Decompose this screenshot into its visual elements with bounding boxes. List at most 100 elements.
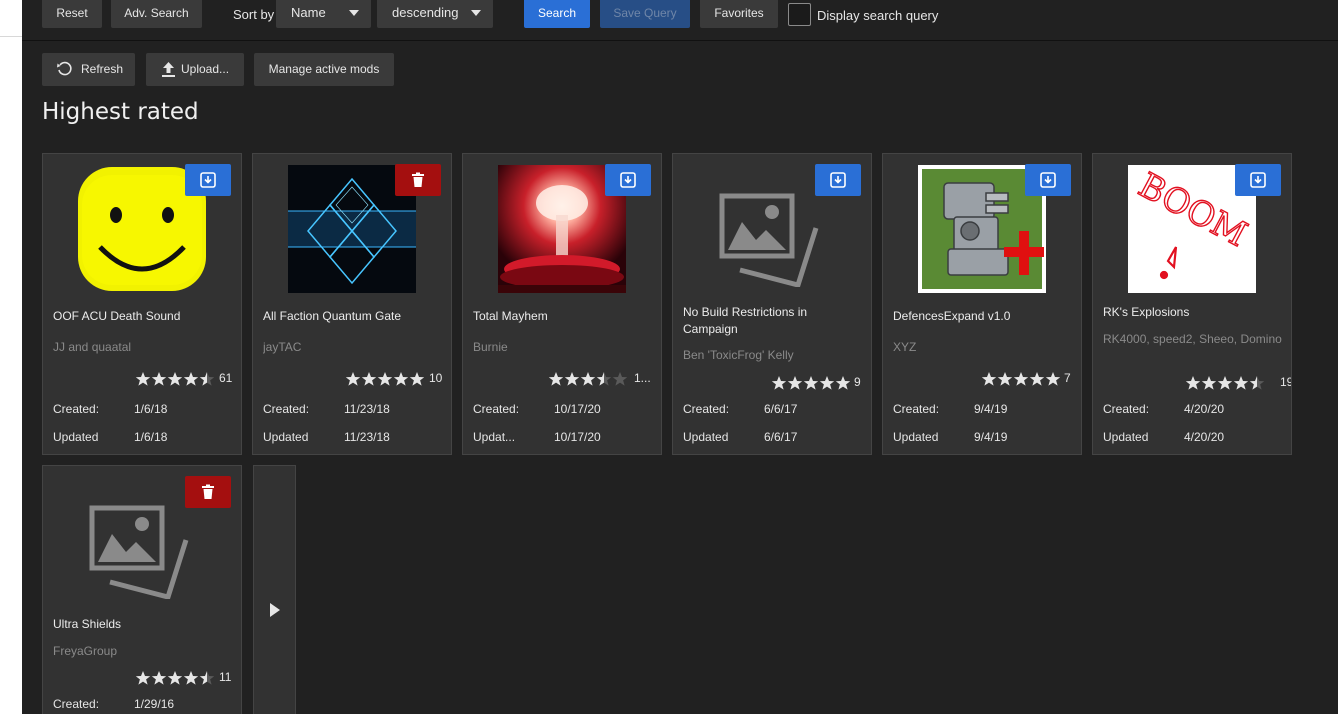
mod-author: XYZ: [893, 340, 917, 354]
rating-count: 1...: [634, 371, 651, 385]
image-placeholder-icon: [89, 505, 189, 599]
download-button[interactable]: [185, 164, 231, 196]
created-date: 1/6/18: [134, 402, 168, 416]
mod-card[interactable]: OOF ACU Death Sound JJ and quaatal 61 Creat…: [42, 153, 242, 455]
rating-stars: [981, 371, 1061, 387]
mod-card[interactable]: Total Mayhem Burnie 1... Created: 10/17/20 Up…: [462, 153, 662, 455]
download-button[interactable]: [605, 164, 651, 196]
desktop-edge: [0, 0, 22, 714]
display-query-label: Display search query: [817, 8, 939, 23]
chevron-down-icon: [471, 10, 481, 16]
upload-icon: [162, 62, 175, 77]
rating-count: 19: [1280, 375, 1291, 389]
mod-title: RK's Explosions: [1103, 305, 1190, 319]
download-button[interactable]: [815, 164, 861, 196]
updated-date: 6/6/17: [764, 430, 798, 444]
rating-count: 9: [854, 375, 861, 389]
save-query-button[interactable]: Save Query: [600, 0, 690, 28]
sort-by-label: Sort by: [233, 7, 275, 22]
mod-author: Ben 'ToxicFrog' Kelly: [683, 348, 794, 362]
created-label: Created:: [683, 402, 730, 416]
upload-button[interactable]: Upload...: [146, 53, 244, 86]
updated-date: 10/17/20: [554, 430, 601, 444]
mod-card[interactable]: All Faction Quantum Gate jayTAC 10 Created:…: [252, 153, 452, 455]
mod-author: JJ and quaatal: [53, 340, 132, 354]
rating-count: 7: [1064, 371, 1071, 385]
rating-count: 61: [219, 371, 233, 385]
download-icon: [200, 172, 216, 188]
chevron-down-icon: [349, 10, 359, 16]
trash-icon: [202, 484, 214, 499]
updated-label: Updated: [893, 430, 939, 444]
created-label: Created:: [53, 697, 100, 711]
rating-stars: [771, 375, 851, 391]
refresh-label: Refresh: [81, 62, 124, 76]
mod-vault-window: Reset Adv. Search Sort by Name descendin…: [22, 0, 1338, 714]
refresh-button[interactable]: Refresh: [42, 53, 135, 86]
mod-author: Burnie: [473, 340, 508, 354]
mod-title: DefencesExpand v1.0: [893, 309, 1011, 323]
download-icon: [1250, 172, 1266, 188]
download-button[interactable]: [1235, 164, 1281, 196]
mod-card[interactable]: DefencesExpand v1.0 XYZ 7 Created: 9/4/19 Upd…: [882, 153, 1082, 455]
manage-active-mods-label: Manage active mods: [268, 62, 380, 76]
next-page-button[interactable]: [253, 465, 296, 714]
mod-title: No Build Restrictions in Campaign: [683, 305, 808, 336]
rating-stars: [1185, 375, 1265, 391]
mod-card[interactable]: Ultra Shields FreyaGroup 11 Created: 1/29/16…: [42, 465, 242, 714]
delete-button[interactable]: [395, 164, 441, 196]
created-date: 6/6/17: [764, 402, 798, 416]
mod-author: RK4000, speed2, Sheeo, Domino: [1103, 332, 1282, 346]
mod-card[interactable]: BOOM RK's Explosions RK4000, speed2, Sheeo…: [1092, 153, 1292, 455]
updated-label: Updated: [1103, 430, 1149, 444]
manage-active-mods-button[interactable]: Manage active mods: [254, 53, 394, 86]
reset-button[interactable]: Reset: [42, 0, 102, 28]
updated-date: 4/20/20: [1184, 430, 1225, 444]
updated-label: Updat...: [473, 430, 516, 444]
rating-stars: [345, 371, 425, 387]
play-next-icon: [270, 603, 280, 617]
created-date: 10/17/20: [554, 402, 601, 416]
mod-title: Total Mayhem: [473, 309, 548, 323]
updated-label: Updated: [263, 430, 309, 444]
created-label: Created:: [53, 402, 100, 416]
created-label: Created:: [263, 402, 310, 416]
download-button[interactable]: [1025, 164, 1071, 196]
adv-search-button[interactable]: Adv. Search: [111, 0, 202, 28]
rating-stars: [135, 670, 215, 686]
search-button[interactable]: Search: [524, 0, 590, 28]
refresh-icon: [57, 61, 72, 76]
sort-order-value: descending: [392, 5, 459, 20]
created-label: Created:: [1103, 402, 1150, 416]
created-label: Created:: [893, 402, 940, 416]
rating-stars: [548, 371, 628, 387]
mod-title: Ultra Shields: [53, 617, 122, 631]
updated-date: 11/23/18: [344, 430, 390, 444]
favorites-button[interactable]: Favorites: [700, 0, 778, 28]
created-label: Created:: [473, 402, 520, 416]
created-date: 9/4/19: [974, 402, 1008, 416]
created-date: 4/20/20: [1184, 402, 1225, 416]
updated-label: Updated: [683, 430, 729, 444]
mod-author: FreyaGroup: [53, 644, 118, 658]
created-date: 11/23/18: [344, 402, 390, 416]
mod-title: All Faction Quantum Gate: [263, 309, 402, 323]
sort-field-value: Name: [291, 5, 326, 20]
sort-order-select[interactable]: descending: [377, 0, 493, 28]
download-icon: [830, 172, 846, 188]
trash-icon: [412, 172, 424, 187]
mod-card[interactable]: No Build Restrictions in Campaign Ben 'To…: [672, 153, 872, 455]
updated-date: 1/6/18: [134, 430, 168, 444]
download-icon: [1040, 172, 1056, 188]
mod-title: OOF ACU Death Sound: [53, 309, 181, 323]
mod-author: jayTAC: [263, 340, 302, 354]
download-icon: [620, 172, 636, 188]
rating-count: 10: [429, 371, 443, 385]
delete-button[interactable]: [185, 476, 231, 508]
upload-label: Upload...: [181, 62, 230, 76]
rating-stars: [135, 371, 215, 387]
sort-field-select[interactable]: Name: [276, 0, 371, 28]
image-placeholder-icon: [719, 193, 819, 287]
updated-label: Updated: [53, 430, 99, 444]
display-query-checkbox[interactable]: [788, 3, 811, 26]
